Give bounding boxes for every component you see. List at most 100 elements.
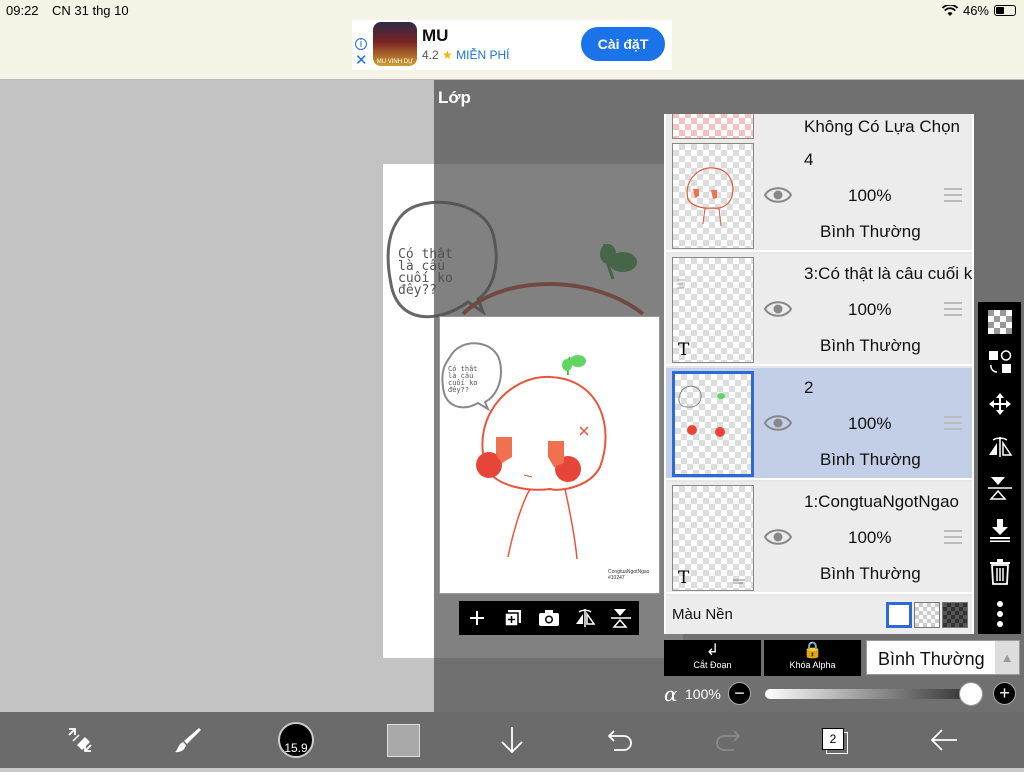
layer-name: 2 — [804, 378, 814, 397]
wifi-icon — [941, 4, 958, 16]
opacity-slider[interactable] — [765, 689, 968, 699]
copy-layer-icon — [504, 610, 521, 627]
arrow-down-icon — [501, 727, 523, 754]
add-layer-button[interactable] — [463, 604, 491, 632]
ad-info-icon[interactable]: i — [355, 38, 367, 50]
battery-icon — [994, 5, 1016, 16]
flip-horizontal-side-button[interactable] — [984, 430, 1015, 461]
move-button[interactable] — [984, 388, 1015, 419]
layer-row[interactable]: T 1:CongtuaNgotNgao 100% Bình Thường — [666, 482, 972, 594]
layer-thumbnail: T — [672, 257, 754, 363]
brush-tool-button[interactable] — [170, 722, 206, 758]
layer-name: Không Có Lựa Chọn — [804, 117, 960, 136]
opacity-increase-button[interactable]: + — [993, 682, 1016, 705]
blend-mode-select[interactable]: Bình Thường ▲ — [866, 640, 1020, 675]
bg-transparent-swatch[interactable] — [914, 602, 940, 628]
ad-bar: i ✕ MU VINH DỰ MU 4.2 ★ MIỄN PHÍ Cài đặT — [0, 20, 1024, 80]
drag-handle-icon[interactable] — [944, 302, 962, 316]
layer-row-selected[interactable]: 2 100% Bình Thường — [666, 368, 972, 480]
ad-icon-caption: MU VINH DỰ — [376, 59, 414, 65]
flip-vertical-button[interactable] — [607, 604, 635, 632]
layer-list[interactable]: Không Có Lựa Chọn 4 100% Bình Thường T 3… — [664, 114, 974, 634]
brush-icon — [175, 728, 201, 753]
bg-white-swatch[interactable] — [886, 602, 912, 628]
transform-eraser-icon — [68, 728, 92, 752]
flip-horizontal-icon — [988, 436, 1012, 457]
back-button[interactable] — [926, 722, 962, 758]
more-options-button[interactable] — [984, 598, 1015, 629]
bg-dark-swatch[interactable] — [942, 602, 968, 628]
flip-vertical-side-button[interactable] — [984, 472, 1015, 503]
speech-line: đêy?? — [398, 283, 437, 298]
redo-icon — [716, 730, 741, 751]
more-vertical-icon — [996, 600, 1003, 627]
layer-name: 1:CongtuaNgotNgao — [804, 492, 960, 511]
ad-banner[interactable]: i ✕ MU VINH DỰ MU 4.2 ★ MIỄN PHÍ Cài đặT — [352, 20, 672, 70]
layer-opacity: 100% — [848, 414, 892, 433]
alpha-lock-button[interactable]: 🔒 Khóa Alpha — [764, 640, 861, 676]
flip-horizontal-button[interactable] — [571, 604, 599, 632]
checkerboard-icon — [987, 309, 1012, 334]
copy-layer-button[interactable] — [499, 604, 527, 632]
undo-icon — [607, 730, 632, 751]
layer-row-selection[interactable]: Không Có Lựa Chọn — [666, 114, 972, 142]
opacity-row: α 100% − + — [664, 682, 1022, 706]
alpha-lock-label: Khóa Alpha — [789, 660, 836, 670]
layer-blend-mode: Bình Thường — [820, 450, 921, 469]
delete-layer-button[interactable] — [984, 556, 1015, 587]
ad-app-name: MU — [422, 26, 449, 45]
ad-install-button[interactable]: Cài đặT — [581, 27, 665, 61]
drag-handle-icon[interactable] — [944, 188, 962, 202]
ad-close-icon[interactable]: ✕ — [355, 51, 368, 69]
redo-button[interactable] — [710, 722, 746, 758]
layer-tools-sidebar — [978, 302, 1021, 634]
brush-size-value: 15.9 — [284, 741, 308, 755]
visibility-eye-icon[interactable] — [764, 526, 792, 548]
layers-button[interactable]: 2 — [822, 728, 844, 750]
camera-button[interactable] — [535, 604, 563, 632]
layer-opacity: 100% — [848, 528, 892, 547]
layer-opacity: 100% — [848, 300, 892, 319]
merge-down-button[interactable] — [984, 514, 1015, 545]
preview-signature: #10247 — [608, 575, 625, 581]
drag-handle-icon[interactable] — [944, 530, 962, 544]
flip-horizontal-icon — [576, 609, 596, 627]
status-bar: 09:22 CN 31 thg 10 46% — [0, 0, 1024, 20]
visibility-eye-icon[interactable] — [764, 184, 792, 206]
preview-drawing: Có thật là câu cuối ko đêy?? CongtuaNgot… — [441, 342, 650, 581]
trash-icon — [989, 558, 1010, 585]
visibility-eye-icon[interactable] — [764, 412, 792, 434]
status-time: 09:22 — [6, 3, 39, 18]
layer-row[interactable]: 4 100% Bình Thường — [666, 140, 972, 252]
layer-blend-mode: Bình Thường — [820, 564, 921, 583]
transparency-button[interactable] — [984, 306, 1015, 337]
clipping-button[interactable]: ↲ Cắt Đoạn — [664, 640, 761, 676]
color-swatch-button[interactable] — [387, 724, 420, 757]
background-color-label: Màu Nền — [672, 606, 733, 623]
clipping-label: Cắt Đoạn — [693, 660, 732, 670]
visibility-eye-icon[interactable] — [764, 298, 792, 320]
opacity-value: 100% — [685, 686, 721, 702]
undo-button[interactable] — [602, 722, 638, 758]
drag-handle-icon[interactable] — [944, 416, 962, 430]
transform-tool-button[interactable] — [62, 722, 98, 758]
layer-thumbnail — [672, 143, 754, 249]
ad-rating-value: 4.2 — [422, 48, 439, 62]
brush-size-button[interactable]: 15.9 — [278, 722, 314, 758]
ad-app-icon[interactable]: MU VINH DỰ — [373, 22, 417, 66]
camera-icon — [539, 610, 559, 626]
clip-arrow-icon: ↲ — [705, 642, 720, 659]
layer-opacity: 100% — [848, 186, 892, 205]
opacity-decrease-button[interactable]: − — [728, 682, 751, 705]
select-layer-button[interactable] — [984, 346, 1015, 377]
arrow-left-icon — [930, 729, 957, 751]
opacity-slider-handle[interactable] — [959, 682, 983, 706]
plus-icon — [470, 611, 484, 625]
text-layer-icon: T — [678, 568, 690, 588]
alpha-symbol: α — [664, 682, 678, 706]
layer-thumbnail — [672, 114, 754, 139]
layer-row[interactable]: T 3:Có thật là câu cuối k 100% Bình Thườ… — [666, 254, 972, 366]
preview-toolbar — [459, 601, 639, 635]
down-arrow-button[interactable] — [494, 722, 530, 758]
flip-vertical-icon — [987, 476, 1012, 500]
